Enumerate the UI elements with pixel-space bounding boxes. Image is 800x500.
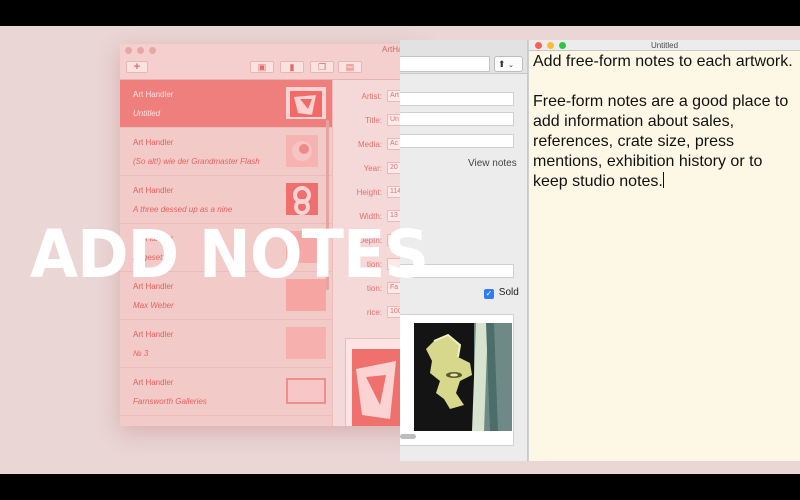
list-item-title: (So alt!) wie der Grandmaster Flash — [133, 157, 260, 166]
list-item-title: A three dessed up as a nine — [133, 205, 233, 214]
artwork-image — [352, 349, 400, 426]
year-label: Year: — [363, 164, 382, 173]
list-item-artist: Art Handler — [133, 330, 174, 339]
artwork-thumbnail — [286, 378, 326, 404]
delete-button[interactable]: ▮ — [280, 61, 304, 73]
artwork-photo-frame — [400, 314, 514, 446]
list-item[interactable]: Art Handler № 3 — [120, 320, 332, 368]
print-icon: ▤ — [345, 62, 355, 72]
artwork-photo — [414, 323, 512, 431]
list-item-artist: Art Handler — [133, 378, 174, 387]
artwork-thumbnail — [286, 135, 318, 167]
artist-label: Artist: — [361, 92, 382, 101]
list-item-artist: Art Handler — [133, 90, 174, 99]
duplicate-button[interactable]: ❐ — [310, 61, 334, 73]
export-button[interactable]: ▣ — [250, 61, 274, 73]
list-item-title: Max Weber — [133, 301, 174, 310]
detail-toolbar: ⬆ ⌄ — [400, 40, 527, 74]
text-cursor — [662, 172, 664, 188]
artwork-thumbnail — [286, 327, 326, 359]
view-notes-button[interactable]: View notes — [468, 158, 517, 169]
notes-window: Untitled Add free-form notes to each art… — [528, 40, 800, 461]
detail-field-title[interactable] — [400, 112, 514, 126]
print-button[interactable]: ▤ — [338, 61, 362, 73]
app-toolbar: + ▣ ▮ ❐ ▤ — [120, 58, 420, 80]
list-item-artist: Art Handler — [133, 186, 174, 195]
checkmark-icon: ✓ — [485, 289, 493, 298]
desktop-stage: ArtHa + ▣ ▮ ❐ ▤ Art Handler Untitled Art… — [0, 26, 800, 474]
notes-titlebar: Untitled — [529, 40, 800, 51]
list-item-title: № 3 — [133, 349, 149, 358]
artwork-thumbnail — [286, 183, 318, 215]
add-artwork-button[interactable]: + — [126, 61, 148, 73]
notes-text-area[interactable]: Add free-form notes to each artwork. Fre… — [529, 51, 800, 192]
zoom-button[interactable] — [149, 47, 156, 54]
chevron-down-icon: ⌄ — [508, 62, 514, 69]
overlay-caption: ADD NOTES — [30, 216, 429, 293]
list-item-artist: Art Handler — [133, 138, 174, 147]
notes-paragraph-text: Free-form notes are a good place to add … — [533, 93, 789, 190]
list-item[interactable]: Art Handler (So alt!) wie der Grandmaste… — [120, 128, 332, 176]
list-item-title: Farnsworth Galleries — [133, 397, 207, 406]
window-titlebar: ArtHa — [120, 44, 420, 58]
delete-icon: ▮ — [289, 62, 295, 72]
title-label: Title: — [364, 116, 382, 125]
list-item[interactable]: Art Handler Untitled — [120, 80, 332, 128]
sold-label: Sold — [498, 287, 519, 298]
height-label: Height: — [356, 188, 382, 197]
artwork-image-frame — [345, 338, 405, 426]
detail-field-media[interactable] — [400, 134, 514, 148]
detail-field-artist[interactable] — [400, 92, 514, 106]
list-item[interactable]: Art Handler Farnsworth Galleries — [120, 368, 332, 416]
price-label: rice: — [366, 308, 382, 317]
sold-checkbox-row[interactable]: ✓ Sold — [484, 287, 519, 299]
minimize-button[interactable] — [137, 47, 144, 54]
search-field[interactable] — [400, 56, 490, 72]
sold-checkbox[interactable]: ✓ — [484, 289, 494, 299]
artwork-thumbnail — [286, 87, 326, 119]
notes-window-title: Untitled — [650, 41, 679, 50]
media-label: Media: — [357, 140, 382, 149]
list-item-title: Untitled — [133, 109, 161, 118]
notes-paragraph: Add free-form notes to each artwork. — [533, 53, 793, 70]
notes-paragraph: Free-form notes are a good place to add … — [533, 92, 800, 192]
close-button[interactable] — [125, 47, 132, 54]
export-icon: ▣ — [257, 62, 267, 72]
share-icon: ⬆ — [498, 59, 506, 69]
duplicate-icon: ❐ — [317, 62, 327, 72]
plus-icon: + — [133, 61, 141, 73]
horizontal-scrollbar[interactable] — [400, 434, 416, 439]
share-button[interactable]: ⬆ ⌄ — [494, 56, 523, 72]
